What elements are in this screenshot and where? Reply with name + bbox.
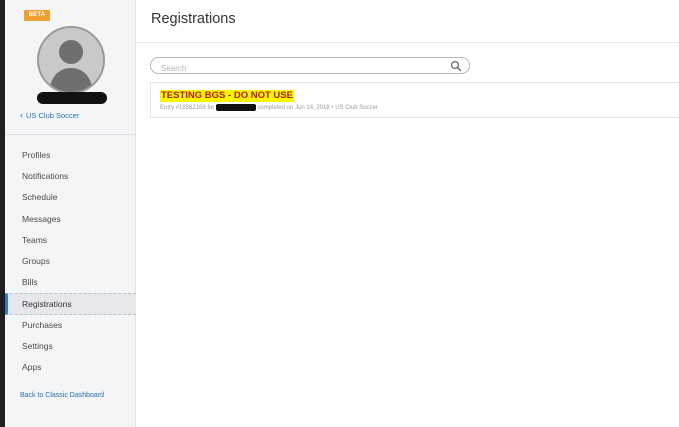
sidebar-item-registrations[interactable]: Registrations: [5, 293, 136, 315]
sidebar-item-teams[interactable]: Teams: [5, 230, 136, 251]
back-link-label: US Club Soccer: [26, 111, 80, 120]
sidebar-item-groups[interactable]: Groups: [5, 251, 136, 272]
sidebar-item-messages[interactable]: Messages: [5, 209, 136, 230]
sidebar-item-schedule[interactable]: Schedule: [5, 187, 136, 208]
avatar: [37, 26, 105, 94]
search-icon[interactable]: [450, 60, 462, 72]
entry-meta-prefix: Entry #18562169 for: [160, 104, 215, 111]
sidebar: BETA ‹ US Club Soccer Profiles Notificat…: [5, 0, 136, 427]
page-title: Registrations: [151, 11, 236, 27]
sidebar-item-profiles[interactable]: Profiles: [5, 145, 136, 166]
search-box: [150, 57, 470, 76]
user-silhouette-icon: [39, 28, 103, 92]
sidebar-item-bills[interactable]: Bills: [5, 272, 136, 293]
app-window: BETA ‹ US Club Soccer Profiles Notificat…: [0, 0, 679, 427]
entry-meta: Entry #18562169 for completed on Jun 14,…: [160, 104, 378, 111]
search-input[interactable]: [151, 61, 431, 76]
entry-title-link[interactable]: TESTING BGS - DO NOT USE: [160, 90, 294, 102]
sidebar-item-apps[interactable]: Apps: [5, 357, 136, 378]
main-content: Registrations TESTING BGS - DO NOT USE E…: [136, 0, 679, 427]
sidebar-item-purchases[interactable]: Purchases: [5, 315, 136, 336]
registration-list: TESTING BGS - DO NOT USE Entry #18562169…: [150, 82, 679, 118]
classic-dashboard-link[interactable]: Back to Classic Dashboard: [20, 392, 104, 399]
sidebar-nav: Profiles Notifications Schedule Messages…: [5, 145, 136, 378]
title-divider: [136, 42, 679, 43]
entry-meta-suffix: completed on Jun 14, 2018 • US Club Socc…: [257, 104, 378, 111]
chevron-left-icon: ‹: [20, 110, 23, 120]
redacted-user-name: [37, 92, 107, 104]
sidebar-item-settings[interactable]: Settings: [5, 336, 136, 357]
sidebar-divider: [5, 134, 135, 135]
beta-badge: BETA: [24, 10, 50, 21]
sidebar-item-notifications[interactable]: Notifications: [5, 166, 136, 187]
back-to-club-link[interactable]: ‹ US Club Soccer: [20, 110, 80, 121]
redacted-player-name: [216, 104, 257, 111]
